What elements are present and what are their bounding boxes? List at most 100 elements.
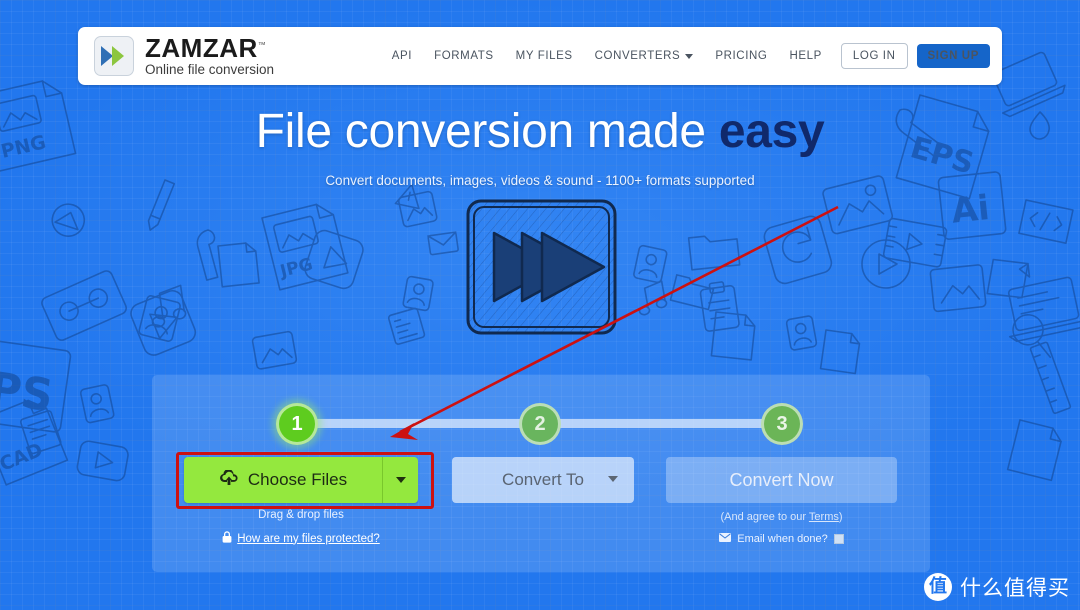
document-icon	[19, 410, 62, 455]
nav-label: PRICING	[715, 50, 768, 62]
record-disc-icon	[861, 239, 911, 289]
envelope-icon	[719, 533, 732, 545]
signup-button[interactable]: SIGN UP	[916, 44, 990, 68]
document-icon	[217, 242, 260, 288]
document-icon	[710, 311, 756, 361]
clipboard-icon	[699, 281, 740, 332]
music-note-icon	[151, 284, 187, 328]
ruler-icon	[1029, 341, 1072, 415]
wrench-icon	[196, 229, 219, 281]
step-2[interactable]: 2	[519, 403, 561, 445]
contact-card-icon	[138, 295, 181, 342]
cloud-upload-icon	[219, 468, 239, 491]
step-indicator: 1 2 3	[152, 375, 930, 465]
email-when-done-row: Email when done?	[666, 533, 897, 545]
logo-tagline: Online file conversion	[145, 62, 275, 78]
convert-now-label: Convert Now	[729, 469, 834, 490]
logo[interactable]: ZAMZAR™ Online file conversion	[94, 35, 274, 77]
chevron-down-icon	[685, 53, 694, 59]
svg-text:JPG: JPG	[277, 254, 315, 282]
folder-icon	[669, 274, 715, 311]
terms-prefix: (And agree to our	[720, 511, 809, 523]
lock-icon	[222, 531, 232, 546]
nav-label: MY FILES	[515, 50, 573, 62]
picture-frame-icon	[397, 190, 438, 228]
picture-frame-icon	[929, 264, 987, 313]
watermark: 值 什么值得买	[924, 572, 1070, 602]
terms-notice: (And agree to our Terms)	[666, 511, 897, 523]
video-play-icon	[76, 440, 129, 482]
choose-files-group: Choose Files	[184, 457, 418, 503]
nav-label: CONVERTERS	[594, 50, 681, 62]
main-navigation: API FORMATS MY FILES CONVERTERS PRICING …	[381, 43, 990, 69]
laptop-icon	[1007, 276, 1080, 343]
terms-link[interactable]: Terms	[809, 511, 839, 523]
page-subtitle: Convert documents, images, videos & soun…	[325, 173, 755, 189]
folder-icon	[687, 235, 741, 271]
nav-item-formats[interactable]: FORMATS	[423, 44, 505, 68]
document-icon	[819, 329, 861, 375]
music-note-icon	[638, 280, 668, 316]
envelope-icon	[427, 231, 459, 256]
email-when-done-label: Email when done?	[737, 533, 828, 545]
chevron-down-icon	[395, 477, 406, 483]
files-protected-row: How are my files protected?	[184, 531, 418, 546]
nav-item-my-files[interactable]: MY FILES	[505, 44, 584, 68]
email-when-done-checkbox[interactable]	[833, 534, 844, 544]
document-icon	[1006, 419, 1062, 482]
watermark-logo: 值	[924, 573, 952, 601]
convert-now-button[interactable]: Convert Now	[666, 457, 897, 503]
double-chevron-icon	[94, 36, 134, 76]
contact-card-icon	[402, 275, 434, 312]
chevron-down-icon	[608, 476, 618, 482]
cad-file-icon: CAD	[0, 399, 69, 486]
step-3[interactable]: 3	[761, 403, 803, 445]
svg-text:Ai: Ai	[950, 188, 992, 232]
cassette-tape-icon	[41, 270, 128, 341]
files-protected-link[interactable]: How are my files protected?	[237, 533, 380, 545]
svg-text:CAD: CAD	[0, 439, 46, 476]
step-1[interactable]: 1	[276, 403, 318, 445]
panel-captions: Drag & drop files How are my files prote…	[152, 509, 930, 569]
choose-files-button[interactable]: Choose Files	[184, 457, 382, 503]
converter-panel: 1 2 3 Choose Files Convert To Convert No…	[152, 375, 930, 572]
logo-name: ZAMZAR	[145, 33, 258, 64]
drag-drop-hint: Drag & drop files	[258, 509, 344, 521]
convert-to-label: Convert To	[502, 470, 584, 489]
trademark-mark: ™	[257, 40, 267, 50]
nav-item-pricing[interactable]: PRICING	[704, 44, 778, 68]
nav-item-converters[interactable]: CONVERTERS	[584, 44, 705, 68]
picture-frame-icon	[251, 330, 298, 370]
refresh-icon	[763, 215, 833, 285]
film-strip-icon	[882, 217, 948, 268]
contact-card-icon	[633, 244, 668, 284]
nav-item-help[interactable]: HELP	[778, 44, 832, 68]
convert-to-dropdown[interactable]: Convert To	[452, 457, 634, 503]
page-title-plain: File conversion made	[255, 105, 719, 158]
nav-label: API	[391, 50, 413, 62]
login-button[interactable]: LOG IN	[840, 43, 908, 69]
ps-file-icon: PS	[0, 339, 72, 433]
nav-item-api[interactable]: API	[381, 44, 423, 68]
jpg-file-icon: JPG	[261, 203, 349, 291]
hero-section: File conversion made easy Convert docume…	[0, 104, 1080, 188]
magnifier-icon	[1012, 313, 1052, 359]
action-row: Choose Files Convert To Convert Now	[152, 457, 930, 511]
barcode-icon	[387, 307, 426, 345]
contact-card-icon	[79, 384, 115, 424]
video-play-icon	[130, 289, 197, 356]
play-rounded-icon	[304, 229, 364, 290]
terms-suffix: )	[838, 511, 843, 523]
nav-label: FORMATS	[434, 50, 494, 62]
brush-icon	[51, 203, 86, 237]
choose-files-dropdown-toggle[interactable]	[382, 457, 418, 503]
page-title: File conversion made easy	[0, 104, 1080, 159]
fast-forward-sketch-icon	[464, 197, 619, 342]
site-header: ZAMZAR™ Online file conversion API FORMA…	[78, 27, 1002, 85]
code-tag-icon	[1018, 199, 1074, 245]
page-curl-icon	[986, 258, 1031, 299]
watermark-text: 什么值得买	[960, 576, 1070, 600]
nav-label: HELP	[789, 50, 822, 62]
contact-card-icon	[785, 315, 818, 351]
svg-text:PS: PS	[0, 363, 56, 422]
